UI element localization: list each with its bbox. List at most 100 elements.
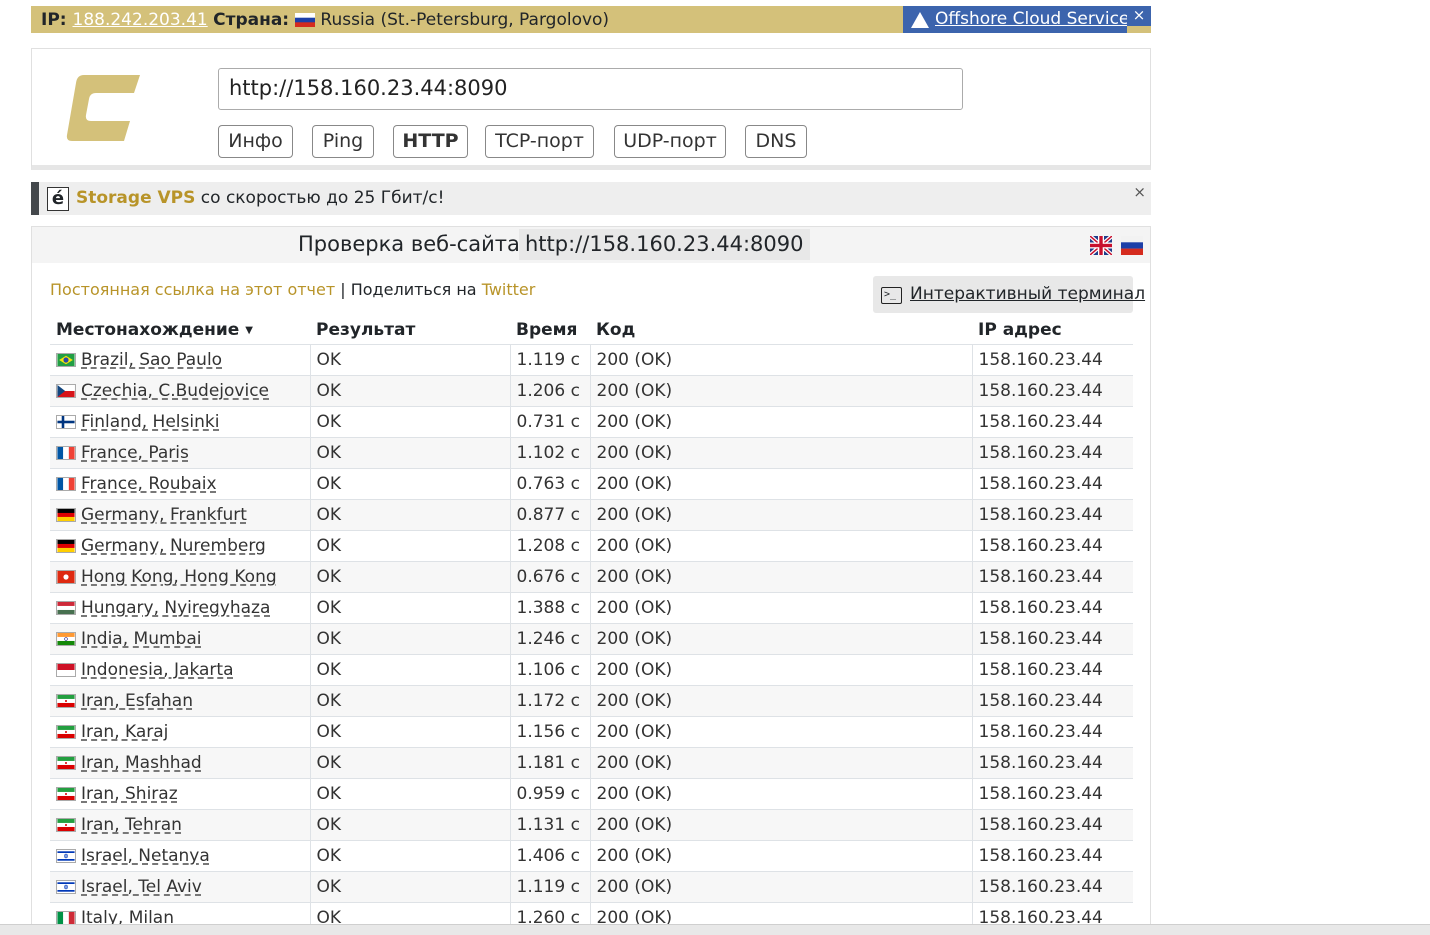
url-input[interactable]: http://158.160.23.44:8090 — [218, 68, 963, 110]
in-flag-icon — [56, 631, 76, 646]
result-cell: OK — [310, 808, 511, 840]
tab-dns[interactable]: DNS — [745, 125, 807, 158]
location-link[interactable]: Iran, Esfahan — [81, 691, 193, 711]
result-cell: OK — [310, 591, 511, 623]
code-cell: 200 (OK) — [590, 684, 973, 716]
code-cell: 200 (OK) — [590, 808, 973, 840]
table-row: Israel, Netanya OK 1.406 с 200 (OK) 158.160.… — [50, 839, 1133, 871]
location-link[interactable]: India, Mumbai — [81, 629, 201, 649]
tab-ping[interactable]: Ping — [312, 125, 374, 158]
country-label: Страна — [213, 10, 283, 30]
ip-cell: 158.160.23.44 — [972, 653, 1133, 685]
share-separator: | Поделиться на — [335, 280, 482, 299]
ip-cell: 158.160.23.44 — [972, 436, 1133, 468]
location-link[interactable]: Germany, Frankfurt — [81, 505, 247, 525]
table-row: France, Paris OK 1.102 с 200 (OK) 158.160.23… — [50, 436, 1133, 468]
horizontal-scrollbar[interactable] — [0, 924, 1430, 935]
code-cell: 200 (OK) — [590, 746, 973, 778]
location-cell: Finland, Helsinki — [50, 405, 311, 437]
ip-address-link[interactable]: 188.242.203.41 — [73, 10, 208, 30]
offshore-promo[interactable]: Offshore Cloud Services — [903, 6, 1138, 33]
location-link[interactable]: Iran, Karaj — [81, 722, 168, 742]
location-cell: Czechia, C.Budejovice — [50, 374, 311, 406]
ir-flag-icon — [56, 786, 76, 801]
result-cell: OK — [310, 653, 511, 685]
tab-udp-port[interactable]: UDP-порт — [614, 125, 726, 158]
col-time: Время — [510, 316, 590, 345]
ip-cell: 158.160.23.44 — [972, 374, 1133, 406]
ip-cell: 158.160.23.44 — [972, 343, 1133, 375]
vps-close-icon[interactable]: × — [1133, 183, 1146, 201]
checked-url: http://158.160.23.44:8090 — [519, 229, 810, 260]
time-cell: 1.208 с — [510, 529, 591, 561]
ip-label: IP — [41, 10, 60, 30]
time-cell: 1.119 с — [510, 343, 591, 375]
english-flag-icon[interactable] — [1090, 236, 1112, 255]
russia-flag-icon — [295, 13, 316, 28]
location-link[interactable]: France, Paris — [81, 443, 189, 463]
location-cell: Germany, Nuremberg — [50, 529, 311, 561]
twitter-link[interactable]: Twitter — [482, 280, 536, 299]
result-cell: OK — [310, 715, 511, 747]
ir-flag-icon — [56, 724, 76, 739]
fr-flag-icon — [56, 476, 76, 491]
russian-flag-icon[interactable] — [1121, 236, 1143, 255]
time-cell: 1.172 с — [510, 684, 591, 716]
ip-cell: 158.160.23.44 — [972, 870, 1133, 902]
location-link[interactable]: Iran, Tehran — [81, 815, 182, 835]
tab-http[interactable]: HTTP — [393, 125, 468, 158]
location-link[interactable]: Czechia, C.Budejovice — [81, 381, 269, 401]
table-row: Iran, Mashhad OK 1.181 с 200 (OK) 158.160.23… — [50, 746, 1133, 778]
result-cell: OK — [310, 529, 511, 561]
location-link[interactable]: Indonesia, Jakarta — [81, 660, 234, 680]
ir-flag-icon — [56, 817, 76, 832]
promo-close-icon[interactable]: × — [1127, 6, 1151, 26]
table-row: Hong Kong, Hong Kong OK 0.676 с 200 (OK) 158… — [50, 560, 1133, 592]
location-link[interactable]: Hungary, Nyiregyhaza — [81, 598, 270, 618]
header-panel: http://158.160.23.44:8090 Инфо Ping HTTP… — [31, 48, 1151, 170]
location-link[interactable]: Germany, Nuremberg — [81, 536, 266, 556]
br-flag-icon — [56, 352, 76, 367]
interactive-terminal-button[interactable]: >_ Интерактивный терминал — [873, 276, 1145, 313]
location-link[interactable]: Finland, Helsinki — [81, 412, 219, 432]
permalink-link[interactable]: Постоянная ссылка на этот отчет — [50, 280, 335, 299]
time-cell: 0.731 с — [510, 405, 591, 437]
report-links: Постоянная ссылка на этот отчет | Подели… — [50, 280, 535, 299]
tab-info[interactable]: Инфо — [218, 125, 293, 158]
location-link[interactable]: Iran, Mashhad — [81, 753, 202, 773]
result-cell: OK — [310, 870, 511, 902]
table-row: Iran, Tehran OK 1.131 с 200 (OK) 158.160.23.… — [50, 808, 1133, 840]
tab-tcp-port[interactable]: TCP-порт — [485, 125, 594, 158]
il-flag-icon — [56, 879, 76, 894]
location-link[interactable]: Israel, Tel Aviv — [81, 877, 202, 897]
country-value: Russia (St.-Petersburg, Pargolovo) — [320, 10, 610, 30]
col-location[interactable]: Местонахождение ▼ — [50, 316, 310, 345]
location-link[interactable]: Iran, Shiraz — [81, 784, 178, 804]
code-cell: 200 (OK) — [590, 498, 973, 530]
col-code: Код — [590, 316, 972, 345]
result-cell: OK — [310, 374, 511, 406]
offshore-promo-link[interactable]: Offshore Cloud Services — [935, 9, 1138, 29]
location-link[interactable]: Brazil, Sao Paulo — [81, 350, 222, 370]
code-cell: 200 (OK) — [590, 591, 973, 623]
vps-banner-text[interactable]: Storage VPS со скоростью до 25 Гбит/с! — [76, 188, 444, 208]
ip-info-bar: IP: 188.242.203.41 Страна: Russia (St.-P… — [31, 6, 1151, 33]
code-cell: 200 (OK) — [590, 374, 973, 406]
location-link[interactable]: Israel, Netanya — [81, 846, 210, 866]
table-row: India, Mumbai OK 1.246 с 200 (OK) 158.160.23… — [50, 622, 1133, 654]
code-cell: 200 (OK) — [590, 529, 973, 561]
table-row: Hungary, Nyiregyhaza OK 1.388 с 200 (OK) 158… — [50, 591, 1133, 623]
results-table: Местонахождение ▼ Результат Время Код IP … — [50, 316, 1133, 933]
code-cell: 200 (OK) — [590, 777, 973, 809]
time-cell: 1.181 с — [510, 746, 591, 778]
table-row: Finland, Helsinki OK 0.731 с 200 (OK) 158.16… — [50, 405, 1133, 437]
table-row: Czechia, C.Budejovice OK 1.206 с 200 (OK) 15… — [50, 374, 1133, 406]
ip-cell: 158.160.23.44 — [972, 684, 1133, 716]
location-link[interactable]: Hong Kong, Hong Kong — [81, 567, 277, 587]
time-cell: 0.763 с — [510, 467, 591, 499]
table-row: Iran, Shiraz OK 0.959 с 200 (OK) 158.160.23.… — [50, 777, 1133, 809]
code-cell: 200 (OK) — [590, 839, 973, 871]
id-flag-icon — [56, 662, 76, 677]
vps-brand[interactable]: Storage VPS — [76, 188, 195, 208]
location-link[interactable]: France, Roubaix — [81, 474, 217, 494]
